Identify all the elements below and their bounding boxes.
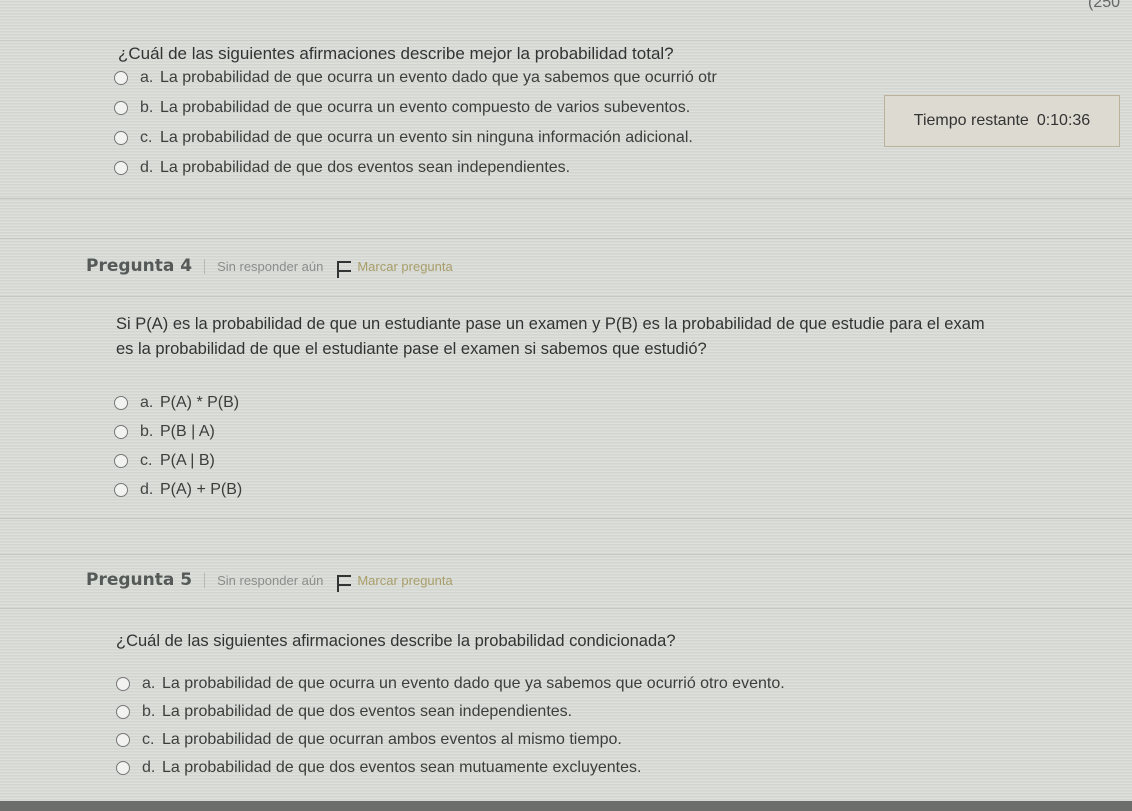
time-remaining-label: Tiempo restante	[913, 112, 1029, 129]
option-letter: d.	[142, 759, 156, 776]
question-5-header: Pregunta 5 Sin responder aún Marcar preg…	[86, 570, 453, 592]
radio-button[interactable]	[114, 425, 128, 439]
radio-button[interactable]	[114, 161, 128, 175]
option-text: P(A | B)	[160, 452, 215, 469]
radio-button[interactable]	[116, 677, 130, 691]
option-letter: c.	[140, 129, 153, 146]
bottom-edge	[0, 801, 1132, 811]
question-4-text-line-1: Si P(A) es la probabilidad de que un est…	[116, 315, 985, 333]
option-letter: d.	[140, 481, 154, 498]
radio-button[interactable]	[114, 454, 128, 468]
option-letter: c.	[140, 452, 153, 469]
option-text: P(A) * P(B)	[160, 394, 240, 411]
question-number: Pregunta 5	[86, 570, 193, 590]
radio-button[interactable]	[116, 761, 130, 775]
option-text: La probabilidad de que ocurran ambos eve…	[162, 731, 622, 748]
question-3-option-b[interactable]: b. La probabilidad de que ocurra un even…	[114, 96, 690, 120]
question-4-option-a[interactable]: a. P(A) * P(B)	[114, 391, 239, 415]
option-text: La probabilidad de que dos eventos sean …	[162, 703, 573, 720]
option-text: P(B | A)	[160, 423, 215, 440]
question-3-text: ¿Cuál de las siguientes afirmaciones des…	[118, 44, 674, 63]
option-letter: b.	[140, 99, 154, 116]
divider	[0, 198, 1132, 199]
time-remaining-value: 0:10:36	[1036, 112, 1091, 129]
divider	[0, 608, 1132, 609]
radio-button[interactable]	[114, 71, 128, 85]
radio-button[interactable]	[114, 396, 128, 410]
time-remaining-box: Tiempo restante 0:10:36	[884, 95, 1120, 147]
option-text: La probabilidad de que dos eventos sean …	[162, 759, 642, 776]
question-3-option-a[interactable]: a. La probabilidad de que ocurra un even…	[114, 66, 717, 90]
question-3-option-d[interactable]: d. La probabilidad de que dos eventos se…	[114, 156, 570, 180]
divider	[0, 238, 1132, 239]
flag-icon[interactable]	[337, 260, 352, 278]
option-letter: b.	[140, 423, 154, 440]
radio-button[interactable]	[116, 705, 130, 719]
question-5-text: ¿Cuál de las siguientes afirmaciones des…	[116, 632, 676, 650]
option-text: La probabilidad de que ocurra un evento …	[162, 675, 785, 692]
question-status: Sin responder aún	[204, 258, 323, 274]
divider	[0, 296, 1132, 297]
question-4-header: Pregunta 4 Sin responder aún Marcar preg…	[86, 256, 453, 278]
radio-button[interactable]	[114, 131, 128, 145]
radio-button[interactable]	[116, 733, 130, 747]
question-5-option-d[interactable]: d. La probabilidad de que dos eventos se…	[116, 756, 641, 780]
divider	[0, 40, 1132, 41]
radio-button[interactable]	[114, 483, 128, 497]
question-4-option-b[interactable]: b. P(B | A)	[114, 420, 215, 444]
option-letter: a.	[140, 394, 154, 411]
question-4-option-d[interactable]: d. P(A) + P(B)	[114, 478, 242, 502]
option-letter: b.	[142, 703, 156, 720]
question-5-option-b[interactable]: b. La probabilidad de que dos eventos se…	[116, 700, 572, 724]
flag-question-link[interactable]: Marcar pregunta	[357, 259, 452, 274]
question-4-option-c[interactable]: c. P(A | B)	[114, 449, 215, 473]
question-3-option-c[interactable]: c. La probabilidad de que ocurra un even…	[114, 126, 693, 150]
option-letter: c.	[142, 731, 155, 748]
question-number: Pregunta 4	[86, 256, 193, 276]
option-letter: d.	[140, 159, 154, 176]
option-letter: a.	[142, 675, 156, 692]
option-text: La probabilidad de que ocurra un evento …	[160, 99, 691, 116]
radio-button[interactable]	[114, 101, 128, 115]
option-text: P(A) + P(B)	[160, 481, 243, 498]
question-5-option-a[interactable]: a. La probabilidad de que ocurra un even…	[116, 672, 785, 696]
question-5-option-c[interactable]: c. La probabilidad de que ocurran ambos …	[116, 728, 622, 752]
option-letter: a.	[140, 69, 154, 86]
top-right-fragment: (250	[1088, 0, 1121, 11]
option-text: La probabilidad de que ocurra un evento …	[160, 129, 693, 146]
flag-question-link[interactable]: Marcar pregunta	[357, 573, 452, 588]
divider	[0, 554, 1132, 555]
option-text: La probabilidad de que dos eventos sean …	[160, 159, 571, 176]
question-status: Sin responder aún	[204, 572, 323, 588]
divider	[0, 518, 1132, 519]
question-4-text-line-2: es la probabilidad de que el estudiante …	[116, 340, 707, 358]
flag-icon[interactable]	[337, 574, 352, 592]
option-text: La probabilidad de que ocurra un evento …	[160, 69, 717, 86]
